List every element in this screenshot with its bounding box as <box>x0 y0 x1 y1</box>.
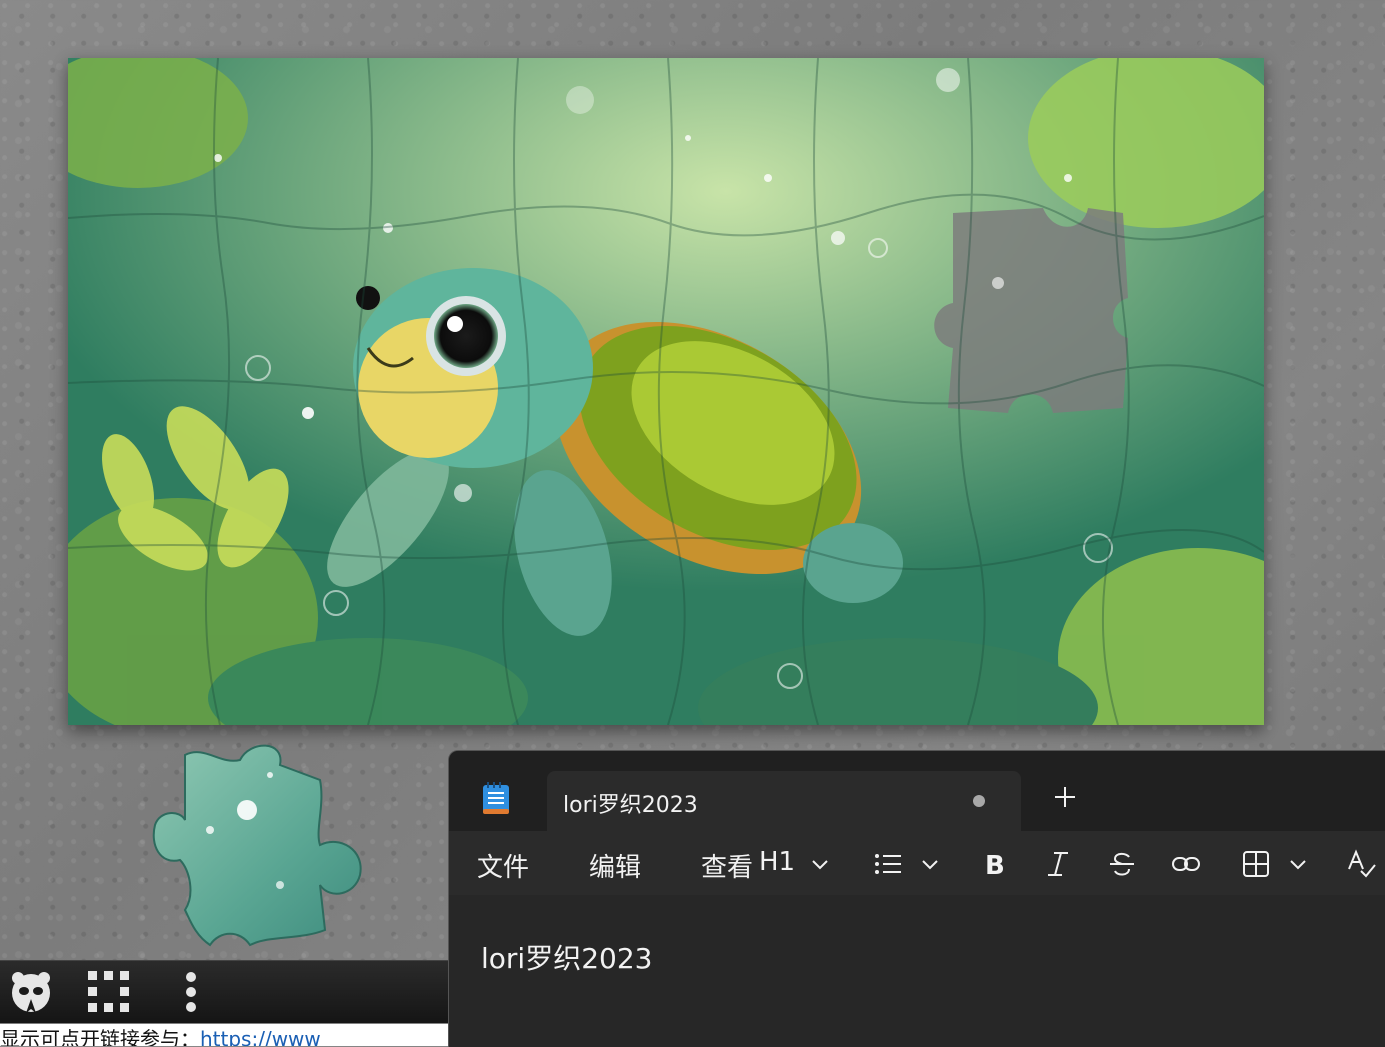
unsaved-indicator-icon[interactable] <box>973 795 985 807</box>
menu-view[interactable]: 查看 <box>701 847 753 884</box>
tab-title: lori罗织2023 <box>563 793 698 818</box>
svg-text:B: B <box>985 851 1005 879</box>
grid-dots-icon[interactable] <box>86 969 132 1015</box>
game-toolbar <box>0 960 450 1023</box>
chevron-down-icon[interactable] <box>915 849 945 879</box>
heading-dropdown[interactable]: H1 <box>759 847 795 877</box>
italic-icon[interactable] <box>1043 849 1073 879</box>
menu-file[interactable]: 文件 <box>477 847 529 884</box>
link-icon[interactable] <box>1171 849 1201 879</box>
editor-content[interactable]: lori罗织2023 <box>481 937 652 977</box>
caption-link[interactable]: https://www <box>200 1027 321 1046</box>
more-vertical-icon[interactable] <box>168 969 214 1015</box>
bold-icon[interactable]: B <box>979 849 1009 881</box>
puzzle-board[interactable] <box>68 58 1264 725</box>
notepad-window: lori罗织2023 文件 编辑 查看 H1 B lori罗织2023 <box>448 750 1385 1047</box>
menu-edit[interactable]: 编辑 <box>589 847 641 884</box>
notepad-app-icon <box>481 781 511 815</box>
table-icon[interactable] <box>1241 849 1271 879</box>
title-bar: lori罗织2023 <box>449 751 1385 833</box>
menu-bar: 文件 编辑 查看 H1 B <box>449 831 1385 895</box>
tab-document[interactable]: lori罗织2023 <box>547 771 1021 833</box>
chevron-down-icon[interactable] <box>1283 849 1313 879</box>
turtle-illustration <box>68 58 1264 725</box>
chevron-down-icon[interactable] <box>805 849 835 879</box>
caption-text: 显示可点开链接参与：https://www <box>0 1024 450 1046</box>
strikethrough-icon[interactable] <box>1107 849 1137 879</box>
panda-mascot-icon[interactable] <box>8 969 54 1015</box>
bulleted-list-icon[interactable] <box>873 849 903 879</box>
caption-label: 显示可点开链接参与： <box>0 1027 200 1046</box>
loose-puzzle-piece[interactable] <box>150 735 365 950</box>
spellcheck-icon[interactable] <box>1347 849 1377 879</box>
editor-area[interactable]: lori罗织2023 <box>449 895 1385 1047</box>
plus-icon[interactable] <box>1053 785 1077 809</box>
